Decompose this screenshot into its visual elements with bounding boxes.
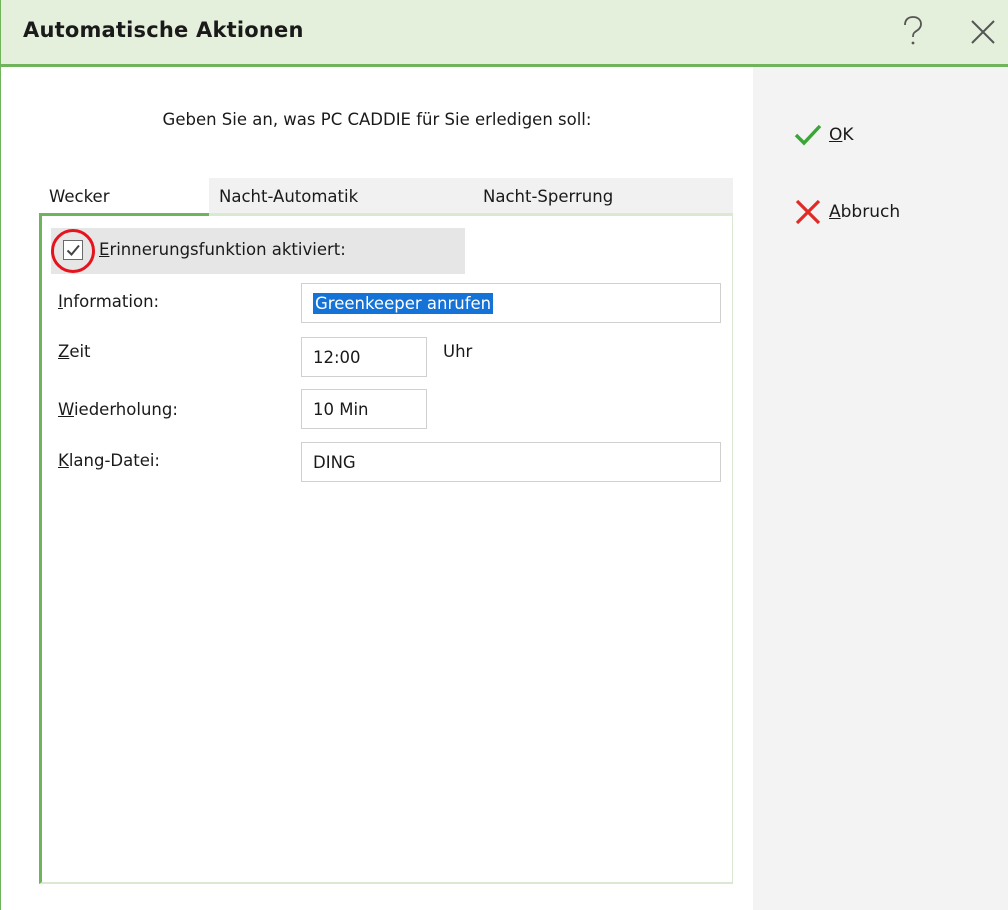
label-text: nformation: [62,292,160,311]
wiederholung-input[interactable]: 10 Min [301,389,427,429]
selected-text: Greenkeeper anrufen [313,292,494,314]
tab-bar: Wecker Nacht-Automatik Nacht-Sperrung [39,178,733,214]
label-text: bbruch [840,202,901,222]
label-text: K [842,125,854,145]
reminder-checkbox-label: Erinnerungsfunktion aktiviert: [99,240,346,259]
information-input[interactable]: Greenkeeper anrufen [301,283,721,323]
ok-button[interactable]: OK [793,115,854,155]
help-button[interactable] [893,10,933,54]
close-icon [971,20,995,44]
label-text: eit [69,342,91,361]
klang-datei-input[interactable]: DING [301,442,721,482]
information-label: Information: [58,292,159,311]
klang-datei-label: Klang-Datei: [58,451,160,470]
instruction-text: Geben Sie an, was PC CADDIE für Sie erle… [162,110,592,129]
reminder-checkbox[interactable] [63,240,83,260]
cancel-label: Abbruch [829,202,900,222]
zeit-unit-label: Uhr [443,342,473,361]
check-icon [794,124,822,146]
zeit-value: 12:00 [313,347,361,367]
label-text: lang-Datei: [68,451,160,470]
help-icon [904,16,922,45]
zeit-input[interactable]: 12:00 [301,337,427,377]
tab-nacht-automatik[interactable]: Nacht-Automatik [209,178,473,214]
mnemonic-letter: Z [58,342,70,361]
klang-datei-value: DING [313,452,356,472]
cancel-button[interactable]: Abbruch [793,192,900,232]
action-button-panel: OK Abbruch [753,67,1008,910]
mnemonic-letter: E [99,240,110,259]
close-button[interactable] [963,10,1003,54]
wiederholung-value: 10 Min [313,399,369,419]
wiederholung-label: Wiederholung: [58,400,178,419]
tab-wecker[interactable]: Wecker [39,178,209,214]
label-text: rinnerungsfunktion aktiviert: [109,240,346,259]
zeit-label: Zeit [58,342,91,361]
mnemonic-letter: A [829,202,841,222]
mnemonic-letter: W [58,400,74,419]
ok-label: OK [829,125,854,145]
mnemonic-letter: K [58,451,69,470]
mnemonic-letter: O [829,125,843,145]
reminder-checkbox-row[interactable]: Erinnerungsfunktion aktiviert: [51,228,465,274]
dialog-title: Automatische Aktionen [23,18,304,42]
cross-icon [795,199,821,225]
dialog-window: Automatische Aktionen Geben Sie an, was … [0,0,1008,910]
label-text: iederholung: [73,400,178,419]
tab-nacht-sperrung[interactable]: Nacht-Sperrung [473,178,733,214]
checkmark-icon [66,244,80,256]
title-bar: Automatische Aktionen [1,0,1008,67]
